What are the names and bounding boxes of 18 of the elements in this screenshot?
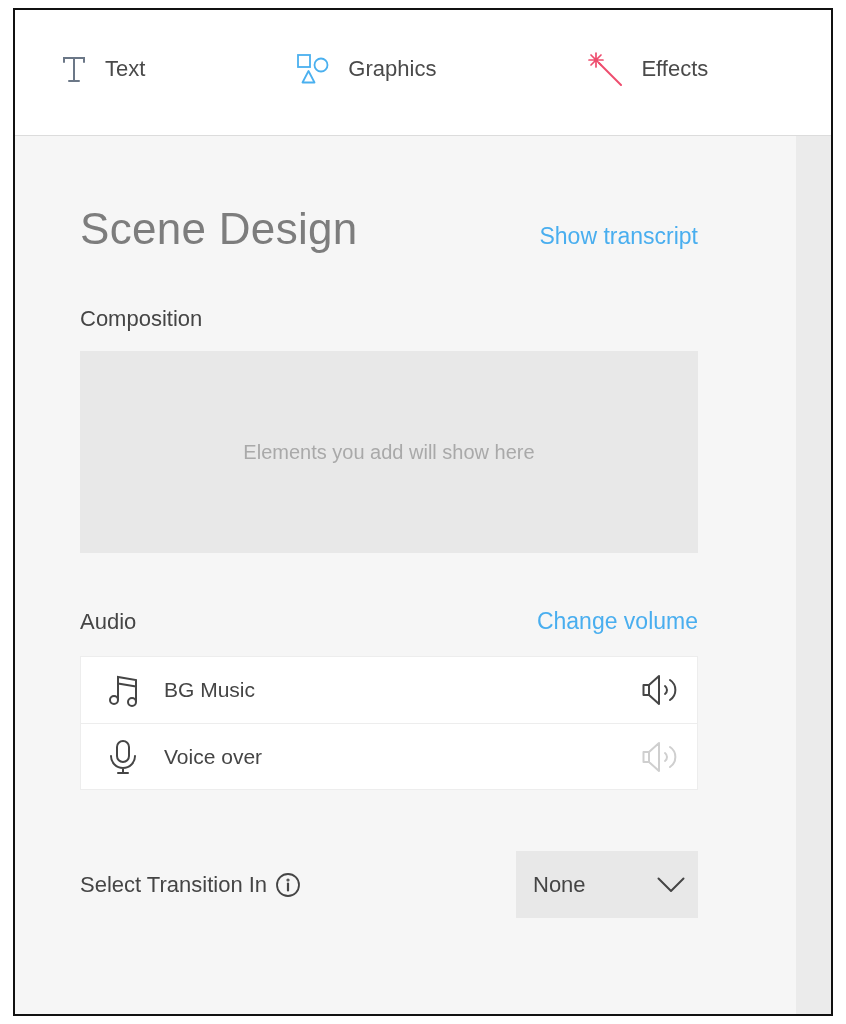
graphics-tab[interactable]: Graphics [297,52,437,86]
chevron-down-icon [657,876,685,893]
transition-dropdown[interactable]: None [516,851,698,918]
field-label: Select Transition In [80,871,268,898]
track-name: BG Music [164,678,256,702]
section-label: Audio [80,608,137,636]
music-note-icon [108,673,138,707]
page-title: Scene Design [80,203,358,255]
empty-state-text: Elements you add will show here [243,440,535,464]
shapes-icon [297,54,330,84]
text-tab[interactable]: Text [62,52,146,86]
info-icon[interactable] [276,872,301,897]
magic-wand-icon [588,52,623,86]
section-label: Composition [80,305,204,333]
track-name: Voice over [164,744,264,769]
microphone-icon [108,739,138,774]
serif-t-icon [62,55,86,83]
effects-tab[interactable]: Effects [588,52,709,86]
